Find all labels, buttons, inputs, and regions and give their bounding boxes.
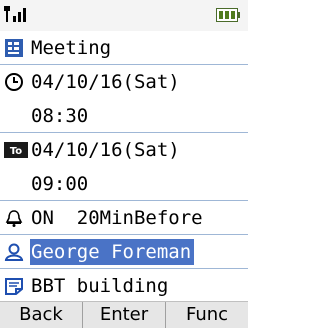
back-softkey[interactable]: Back [0, 302, 82, 328]
event-title: Meeting [31, 37, 112, 59]
start-time-row[interactable]: 08:30 [0, 99, 248, 133]
svg-text:To: To [10, 146, 22, 157]
alarm-setting: ON 20MinBefore [31, 207, 203, 229]
end-time-row[interactable]: 09:00 [0, 167, 248, 201]
memo-icon [5, 278, 23, 295]
location-row[interactable]: BBT building [0, 269, 248, 301]
status-bar [0, 0, 248, 31]
start-date: 04/10/16(Sat) [31, 71, 180, 93]
battery-icon [216, 8, 240, 22]
start-date-row[interactable]: 04/10/16(Sat) [0, 65, 248, 99]
contact-person-icon [4, 243, 24, 261]
softkey-bar: Back Enter Func [0, 301, 248, 328]
end-date: 04/10/16(Sat) [31, 139, 180, 161]
func-softkey[interactable]: Func [165, 302, 248, 328]
signal-icon [4, 6, 26, 22]
contact-name: George Foreman [30, 239, 195, 265]
alarm-row[interactable]: ON 20MinBefore [0, 201, 248, 235]
end-time: 09:00 [31, 173, 89, 195]
contact-row[interactable]: George Foreman [0, 235, 248, 269]
clock-icon [5, 73, 23, 91]
to-icon: To [4, 142, 28, 158]
event-title-row[interactable]: Meeting [0, 31, 248, 65]
enter-softkey[interactable]: Enter [82, 302, 165, 328]
calendar-grid-icon [5, 39, 23, 57]
bell-icon [5, 210, 23, 227]
end-date-row[interactable]: To 04/10/16(Sat) [0, 133, 248, 167]
start-time: 08:30 [31, 105, 89, 127]
location: BBT building [31, 275, 169, 297]
